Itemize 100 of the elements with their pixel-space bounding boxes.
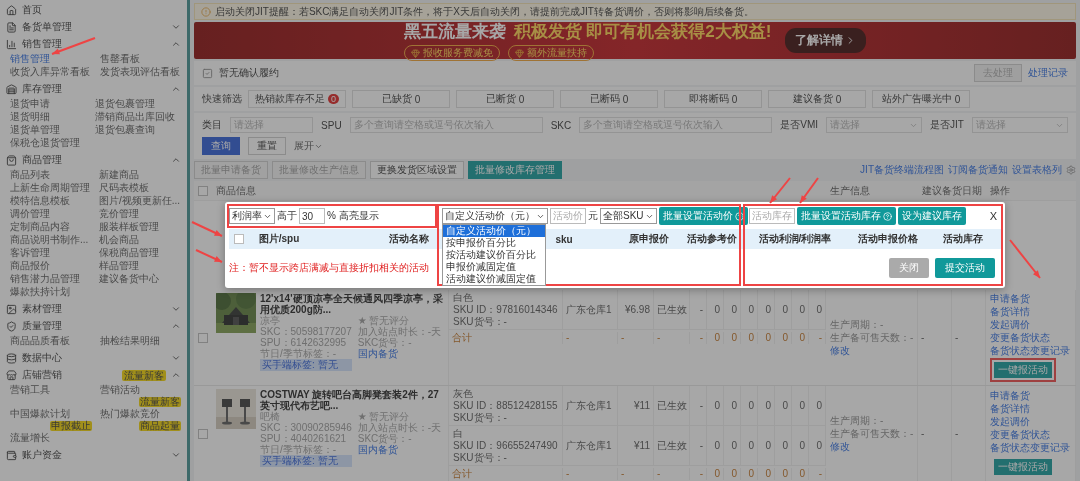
sidebar-section[interactable]: 数据中心	[22, 351, 166, 365]
sidebar-item[interactable]: 销售潜力品管理	[10, 273, 80, 285]
sidebar-item[interactable]: 爆款扶持计划	[10, 286, 70, 298]
toolbar-link[interactable]: JIT备货终端流程图	[860, 164, 944, 176]
sidebar-item[interactable]: 退货包裹管理	[94, 98, 155, 110]
sidebar-section[interactable]: 账户资金	[22, 448, 166, 462]
edit-link[interactable]: 修改	[830, 344, 913, 357]
report-activity-button[interactable]: 一键报活动	[994, 362, 1052, 378]
price-mode-select[interactable]: 自定义活动价（元）	[442, 208, 548, 224]
sidebar-section[interactable]: 销售管理	[22, 37, 166, 51]
sidebar-item[interactable]: 退货包裹查询	[94, 124, 155, 136]
action-link[interactable]: 申请备货	[990, 389, 1071, 402]
select-all-checkbox[interactable]	[198, 185, 208, 196]
sidebar-item[interactable]: 营销活动	[99, 384, 140, 396]
sidebar-item[interactable]: 服装样板管理	[98, 221, 159, 233]
sidebar-item[interactable]: 建议备货中心	[98, 273, 159, 285]
submit-button[interactable]: 提交活动	[935, 258, 995, 278]
sidebar-section[interactable]: 店铺营销	[22, 368, 117, 382]
toolbar-link[interactable]: 设置表格列	[1012, 164, 1062, 176]
sidebar-item[interactable]: 滞销商品出库回收	[94, 111, 175, 123]
sidebar-item[interactable]: 收货入库异常看板	[10, 66, 90, 78]
sidebar-item[interactable]: 退货申请	[10, 98, 50, 110]
sidebar-section[interactable]: 备货单管理	[22, 20, 166, 34]
sidebar-section[interactable]: 库存管理	[22, 82, 166, 96]
sidebar-item[interactable]: 营销工具	[10, 384, 50, 396]
row-checkbox[interactable]	[198, 429, 208, 439]
sidebar-item[interactable]: 定制商品内容	[10, 221, 70, 233]
action-link[interactable]: 变更备货状态	[990, 332, 1071, 344]
report-activity-button[interactable]: 一键报活动	[994, 458, 1052, 475]
toolbar-button[interactable]: 批量修改库存管理	[468, 161, 562, 179]
sidebar-item[interactable]: 商品品质看板	[10, 335, 70, 347]
sidebar-section[interactable]: 素材管理	[22, 302, 166, 316]
action-link[interactable]: 备货状态变更记录	[990, 345, 1071, 357]
sidebar-item[interactable]: 样品管理	[98, 260, 139, 272]
promo-banner[interactable]: 黑五流量来袭 积极发货 即可有机会获得2大权益! 报收服务费减免 额外流量扶持 了解详情	[194, 22, 1076, 59]
sidebar-item[interactable]: 新建商品	[98, 169, 139, 181]
sidebar-item[interactable]: 中国爆款计划	[10, 408, 70, 420]
sidebar-item[interactable]: 退货单管理	[10, 124, 60, 136]
learn-more-button[interactable]: 了解详情	[785, 28, 867, 53]
table-cell: 0	[714, 468, 720, 480]
sidebar-item[interactable]: 发货表现评估看板	[99, 66, 180, 78]
action-link[interactable]: 备货详情	[990, 402, 1071, 415]
sidebar-item[interactable]: 热门爆款竞价	[99, 408, 160, 420]
filter-chip[interactable]: 即将断码 0	[664, 90, 762, 108]
select-all-checkbox[interactable]	[234, 234, 244, 244]
filter-chip[interactable]: 站外广告曝光中 0	[872, 90, 970, 108]
sidebar-section[interactable]: 首页	[22, 3, 181, 17]
settings-icon[interactable]	[1066, 165, 1076, 175]
threshold-input[interactable]: 30	[299, 208, 325, 224]
sidebar-item[interactable]: 商品列表	[10, 169, 50, 181]
sidebar-item[interactable]: 流量增长	[10, 432, 50, 444]
action-link[interactable]: 备货详情	[990, 306, 1071, 318]
sidebar-section[interactable]: 商品管理	[22, 153, 166, 167]
table-cell: -	[955, 428, 959, 440]
sidebar-item[interactable]: 保税仓退货管理	[10, 137, 80, 149]
sidebar-item[interactable]: 保税商品管理	[98, 247, 159, 259]
suggest-stock-button[interactable]: 设为建议库存	[898, 207, 966, 225]
batch-price-button[interactable]: 批量设置活动价	[658, 207, 748, 225]
sidebar-item[interactable]: 调价管理	[10, 208, 50, 220]
filter-chip[interactable]: 建议备货 0	[768, 90, 866, 108]
sku-scope-select[interactable]: 全部SKU	[600, 208, 657, 224]
sidebar-item[interactable]: 销售管理	[10, 53, 50, 65]
price-input[interactable]: 活动价	[550, 208, 586, 224]
edit-link[interactable]: 修改	[830, 441, 913, 453]
filter-chip[interactable]: 已缺货 0	[352, 90, 450, 108]
sidebar-item[interactable]: 上新生命周期管理	[10, 182, 90, 194]
sidebar-item[interactable]: 商品报价	[10, 260, 50, 272]
close-button[interactable]: X	[989, 210, 1001, 222]
sidebar-item[interactable]: 尺码表模板	[98, 182, 149, 194]
sidebar-item[interactable]: 客诉管理	[10, 247, 50, 259]
database-icon	[6, 352, 17, 364]
sidebar-item[interactable]: 模特信息模板	[10, 195, 70, 207]
history-link[interactable]: 处理记录	[1028, 67, 1068, 79]
dropdown-option[interactable]: 自定义活动价（元）	[443, 225, 545, 237]
row-checkbox[interactable]	[198, 332, 208, 343]
sidebar-section[interactable]: 质量管理	[22, 319, 166, 333]
sidebar-item[interactable]: 机会商品	[98, 234, 139, 246]
action-link[interactable]: 申请备货	[990, 293, 1071, 305]
toolbar-link[interactable]: 订阅备货通知	[948, 164, 1008, 176]
product-title[interactable]: 12'x14'硬顶凉亭全天候通风四季凉亭，采用优质200g防...	[260, 293, 444, 315]
toolbar-button[interactable]: 更换发货区域设置	[370, 161, 464, 179]
product-title[interactable]: COSTWAY 旋转吧台高脚凳套装2件，27英寸现代布艺吧...	[260, 389, 444, 411]
sidebar-item[interactable]: 退货明细	[10, 111, 50, 123]
search-button[interactable]: 查询	[202, 137, 240, 155]
action-link[interactable]: 变更备货状态	[990, 428, 1071, 441]
action-link[interactable]: 发起调价	[990, 415, 1071, 428]
sidebar-item[interactable]: 抽检结果明细	[99, 335, 160, 347]
filter-chip[interactable]: 热销款库存不足 0	[248, 90, 346, 108]
batch-stock-button[interactable]: 批量设置活动库存	[797, 207, 896, 225]
filter-chip[interactable]: 已断货 0	[456, 90, 554, 108]
action-link[interactable]: 备货状态变更记录	[990, 441, 1071, 454]
sidebar-item[interactable]: 图片/视频更新任...	[98, 195, 181, 207]
close-dialog-button[interactable]: 关闭	[889, 258, 929, 278]
sidebar-item[interactable]: 售罄看板	[99, 53, 140, 65]
action-link[interactable]: 发起调价	[990, 319, 1071, 331]
sidebar-item[interactable]: 竞价管理	[98, 208, 139, 220]
expand-link[interactable]: 展开	[294, 139, 323, 153]
sidebar-item[interactable]: 商品说明书制作...	[10, 234, 89, 246]
reset-button[interactable]: 重置	[248, 137, 286, 155]
filter-chip[interactable]: 已断码 0	[560, 90, 658, 108]
